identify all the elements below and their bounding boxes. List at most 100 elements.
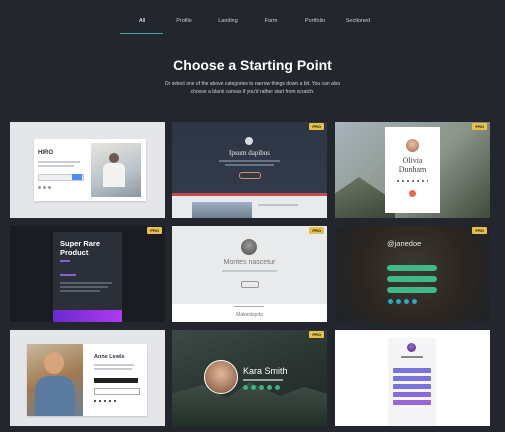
pro-badge: PRO <box>472 123 487 130</box>
social-icon <box>243 385 248 390</box>
template-card-link-list[interactable] <box>335 330 490 426</box>
link-button <box>393 368 431 373</box>
person-head <box>109 153 119 163</box>
pro-badge: PRO <box>147 227 162 234</box>
tab-profile[interactable]: Profile <box>162 18 206 24</box>
social-icons <box>94 400 118 402</box>
template-card-hiro[interactable]: HIRO <box>10 122 165 218</box>
social-icons <box>397 180 428 182</box>
social-icon <box>38 186 41 189</box>
tab-form[interactable]: Form <box>249 18 293 24</box>
anne-panel: Anne Lewis <box>27 344 147 416</box>
price-line <box>60 260 70 262</box>
content-area <box>172 196 327 218</box>
logo-icon <box>245 137 253 145</box>
kara-name: Kara Smith <box>243 366 288 376</box>
tab-sectioned[interactable]: Sectioned <box>336 18 380 24</box>
person-body <box>103 163 125 187</box>
active-tab-indicator <box>120 33 163 34</box>
hiro-title: HIRO <box>38 150 53 156</box>
text-line <box>219 160 280 162</box>
product-title-line1: Super Rare <box>60 239 101 248</box>
text-line <box>60 274 76 276</box>
pro-badge: PRO <box>472 227 487 234</box>
social-icon <box>267 385 272 390</box>
plus-icon <box>409 190 416 197</box>
avatar <box>406 139 419 152</box>
footer-area: Makeslayda <box>172 304 327 322</box>
template-card-janedoe[interactable]: PRO @janedoe <box>335 226 490 322</box>
hiro-text-line <box>38 161 80 163</box>
category-tabs: All Profile Landing Form Portfolio Secti… <box>0 18 505 36</box>
template-card-montes-nascetur[interactable]: PRO Montes nascetur Makeslayda <box>172 226 327 322</box>
text-line <box>258 204 298 206</box>
page-title: Choose a Starting Point <box>173 57 332 73</box>
text-line <box>60 286 108 288</box>
person-body <box>35 376 75 416</box>
montes-cta-button <box>241 281 259 288</box>
tab-landing[interactable]: Landing <box>206 18 250 24</box>
text-line <box>225 164 274 166</box>
product-title-line2: Product <box>60 248 89 257</box>
hiro-submit-button <box>72 174 82 180</box>
olivia-first-name: Olivia <box>402 156 423 165</box>
forest-image <box>172 382 327 426</box>
template-card-ipsum-dapibus[interactable]: PRO Ipsum dapibus <box>172 122 327 218</box>
link-button <box>387 287 437 293</box>
pro-badge: PRO <box>309 123 324 130</box>
text-line <box>60 282 112 284</box>
text-line <box>94 368 132 370</box>
social-icon <box>251 385 256 390</box>
person-head <box>44 352 64 374</box>
avatar <box>407 343 416 352</box>
social-icon <box>48 186 51 189</box>
ipsum-title: Ipsum dapibus <box>228 149 271 157</box>
social-icon <box>275 385 280 390</box>
text-line <box>94 364 134 366</box>
link-button <box>393 392 431 397</box>
janedoe-handle: @janedoe <box>387 239 422 248</box>
hiro-photo <box>91 143 141 197</box>
social-icon <box>404 299 409 304</box>
landscape-image <box>192 202 252 218</box>
link-button <box>387 265 437 271</box>
anne-input <box>94 388 140 395</box>
social-icon <box>43 186 46 189</box>
anne-name: Anne Lewis <box>94 354 125 360</box>
montes-title: Montes nascetur <box>223 259 276 266</box>
anne-photo <box>27 344 83 416</box>
olivia-profile-card: Olivia Dunham <box>385 127 440 213</box>
anne-input <box>94 378 138 383</box>
link-button <box>393 384 431 389</box>
hiro-text-line <box>38 165 74 167</box>
tab-portfolio[interactable]: Portfolio <box>293 18 337 24</box>
montes-footer-text: Makeslayda <box>236 312 263 318</box>
avatar <box>204 360 238 394</box>
phone-panel <box>389 338 435 426</box>
ipsum-cta-button <box>239 172 261 179</box>
pro-badge: PRO <box>309 227 324 234</box>
pro-badge: PRO <box>309 331 324 338</box>
text-line <box>60 290 100 292</box>
text-line <box>243 379 283 381</box>
template-card-olivia-dunham[interactable]: PRO Olivia Dunham <box>335 122 490 218</box>
link-button <box>393 400 431 405</box>
link-button <box>393 376 431 381</box>
template-card-kara-smith[interactable]: PRO Kara Smith <box>172 330 327 426</box>
handle-line <box>401 356 423 358</box>
hiro-panel: HIRO <box>34 139 146 201</box>
template-card-super-rare-product[interactable]: PRO Super Rare Product <box>10 226 165 322</box>
social-icon <box>396 299 401 304</box>
tab-all[interactable]: All <box>120 18 164 24</box>
social-icon <box>388 299 393 304</box>
text-line <box>222 270 277 272</box>
template-card-anne-lewis[interactable]: Anne Lewis <box>10 330 165 426</box>
olivia-last-name: Dunham <box>398 165 427 174</box>
link-button <box>387 276 437 282</box>
product-image <box>53 310 122 322</box>
product-panel: Super Rare Product <box>53 232 122 322</box>
social-icon <box>259 385 264 390</box>
page-subtitle: Or select one of the above categories to… <box>164 81 341 95</box>
social-icon <box>412 299 417 304</box>
avatar <box>241 239 257 255</box>
